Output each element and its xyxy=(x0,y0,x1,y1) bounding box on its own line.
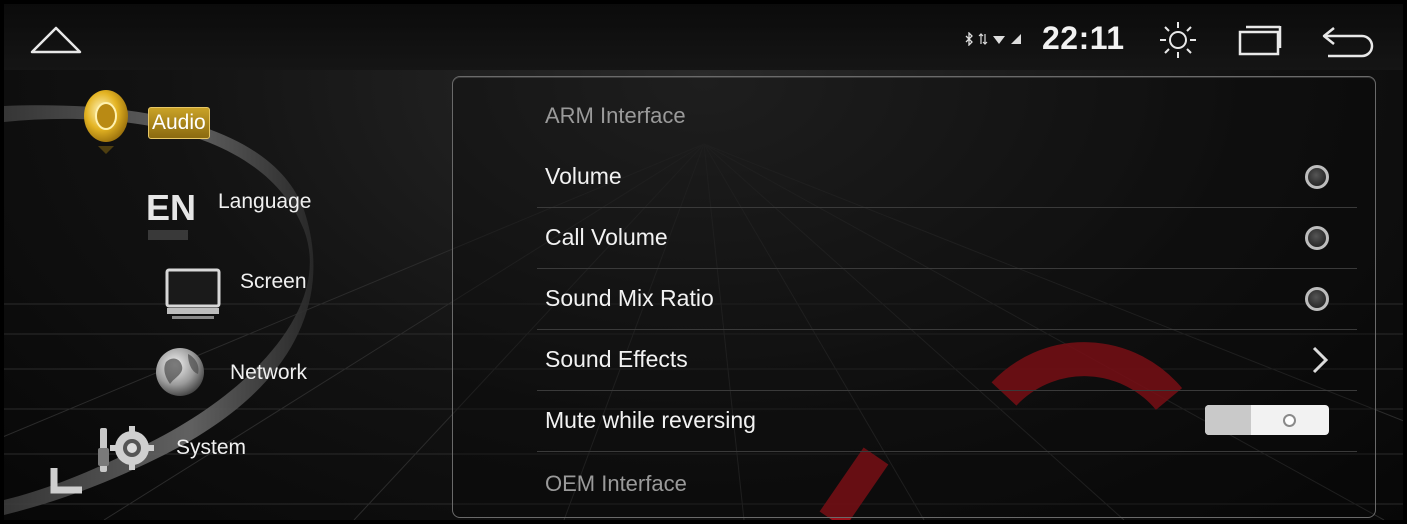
sidebar-item-network[interactable]: Network xyxy=(152,344,307,408)
data-arrows-icon xyxy=(978,33,988,45)
settings-row-volume[interactable]: Volume xyxy=(537,147,1357,208)
status-indicators xyxy=(964,31,1022,47)
sidebar-item-system[interactable]: System xyxy=(94,424,246,484)
sidebar-item-label: System xyxy=(176,436,247,459)
brightness-icon[interactable] xyxy=(1156,18,1200,62)
row-label: Call Volume xyxy=(545,224,668,250)
svg-text:EN: EN xyxy=(146,187,196,228)
globe-icon xyxy=(156,348,204,396)
recents-icon[interactable] xyxy=(1236,22,1284,58)
back-icon[interactable] xyxy=(1320,22,1378,58)
settings-row-call-volume[interactable]: Call Volume xyxy=(537,208,1357,269)
toggle-track xyxy=(1205,405,1251,435)
settings-row-sound-effects[interactable]: Sound Effects xyxy=(537,330,1357,391)
wifi-icon xyxy=(993,36,1005,44)
chevron-right-icon[interactable] xyxy=(1309,344,1331,376)
settings-row-mute-while-reversing[interactable]: Mute while reversing xyxy=(537,391,1357,452)
settings-row-sound-mix-ratio[interactable]: Sound Mix Ratio xyxy=(537,269,1357,330)
monitor-icon xyxy=(165,268,221,319)
row-label: Volume xyxy=(545,163,622,189)
section-header-oem: OEM Interface xyxy=(545,471,687,496)
clock: 22:11 xyxy=(1042,20,1125,56)
mute-toggle[interactable] xyxy=(1205,405,1329,435)
sidebar-item-language[interactable]: EN Language xyxy=(144,186,311,246)
sidebar-item-label: Language xyxy=(218,190,312,213)
sidebar-item-label: Audio xyxy=(148,107,210,139)
sidebar-item-label: Screen xyxy=(240,270,307,293)
settings-panel: ARM Interface Volume Call Volume Sound M… xyxy=(452,76,1376,518)
signal-icon xyxy=(1011,34,1021,44)
row-label: Sound Effects xyxy=(545,346,688,372)
head-unit-screen: 22:11 Audio EN Language Screen Network S… xyxy=(4,4,1403,520)
section-header-arm: ARM Interface xyxy=(545,103,686,128)
tools-gear-icon xyxy=(98,426,154,472)
radio-icon[interactable] xyxy=(1305,226,1329,250)
home-icon[interactable] xyxy=(28,22,84,58)
sidebar-item-label: Network xyxy=(230,361,308,384)
toggle-knob xyxy=(1283,414,1296,427)
row-label: Sound Mix Ratio xyxy=(545,285,714,311)
status-bar: 22:11 xyxy=(4,4,1403,70)
sidebar-item-audio[interactable]: Audio xyxy=(80,88,210,158)
speaker-icon xyxy=(84,90,128,154)
radio-icon[interactable] xyxy=(1305,165,1329,189)
row-label: Mute while reversing xyxy=(545,407,756,433)
radio-icon[interactable] xyxy=(1305,287,1329,311)
sidebar-item-screen[interactable]: Screen xyxy=(164,266,307,322)
language-en-icon: EN xyxy=(146,187,196,240)
bluetooth-icon xyxy=(965,32,973,46)
